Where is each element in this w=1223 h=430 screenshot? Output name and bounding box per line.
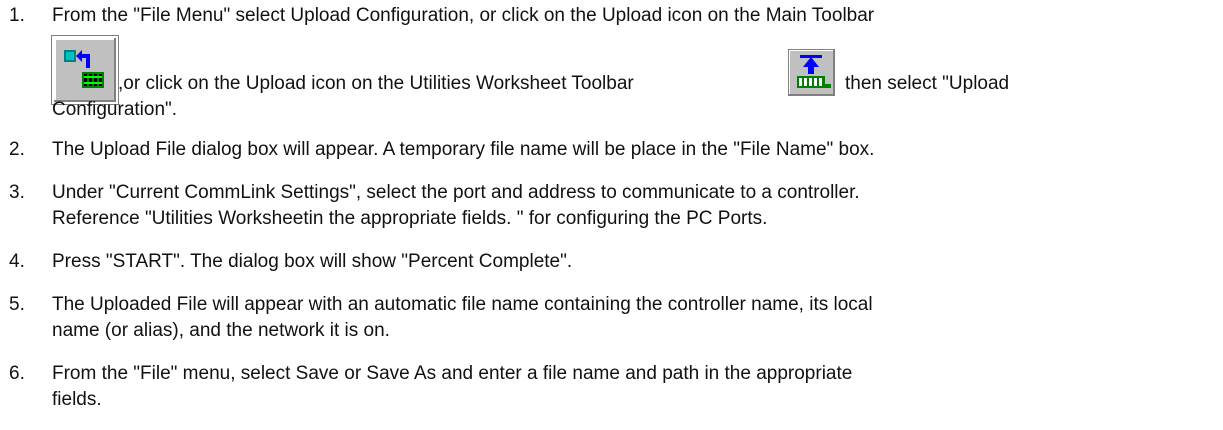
upload-arrow-icon [797, 55, 831, 88]
step-2: 2. The Upload File dialog box will appea… [0, 137, 1223, 167]
step-number: 3. [9, 182, 25, 203]
step-number: 2. [9, 139, 25, 160]
step-text-line: Press "START". The dialog box will show … [52, 251, 573, 272]
step-number: 6. [9, 363, 25, 384]
step-number: 1. [9, 5, 25, 26]
upload-icon [64, 50, 104, 88]
upload-worksheet-toolbar-icon[interactable] [788, 49, 835, 96]
step-5: 5. The Uploaded File will appear with an… [0, 292, 1223, 348]
step-1: 1. From the "File Menu" select Upload Co… [0, 0, 1223, 130]
step-text-line: Under "Current CommLink Settings", selec… [52, 182, 860, 203]
step-text-line: Configuration". [52, 99, 178, 120]
step-text-line: From the "File" menu, select Save or Sav… [52, 363, 853, 384]
step-number: 5. [9, 294, 25, 315]
step-4: 4. Press "START". The dialog box will sh… [0, 249, 1223, 279]
step-6: 6. From the "File" menu, select Save or … [0, 361, 1223, 417]
step-text-line: From the "File Menu" select Upload Confi… [52, 5, 875, 26]
step-text-line: The Uploaded File will appear with an au… [52, 294, 873, 315]
step-number: 4. [9, 251, 25, 272]
step-text-line: The Upload File dialog box will appear. … [52, 139, 875, 160]
upload-config-toolbar-icon[interactable] [51, 35, 119, 105]
step-3: 3. Under "Current CommLink Settings", se… [0, 180, 1223, 236]
step-text-line: ,or click on the Upload icon on the Util… [118, 73, 634, 94]
step-text-line: Reference "Utilities Worksheetin the app… [52, 208, 768, 229]
step-text-line: then select "Upload [845, 73, 1010, 94]
step-text-line: fields. [52, 389, 102, 410]
step-text-line: name (or alias), and the network it is o… [52, 320, 390, 341]
